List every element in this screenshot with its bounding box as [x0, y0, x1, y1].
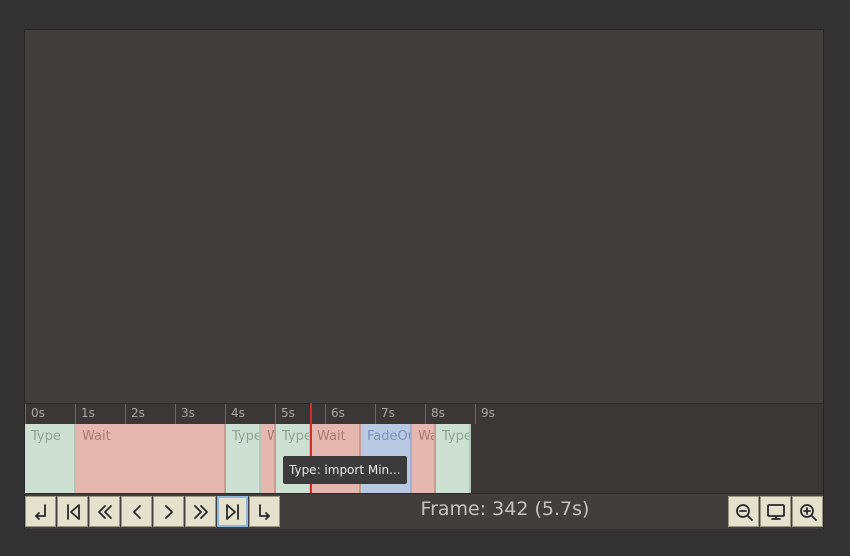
step-forward-out-button[interactable] — [249, 496, 280, 527]
segment-label: Wait — [82, 429, 111, 444]
frame-counter: Frame: 342 (5.7s) — [420, 498, 590, 520]
ruler-tick: 1s — [75, 404, 95, 424]
monitor-button[interactable] — [760, 496, 791, 527]
zoom-in-icon — [799, 503, 817, 521]
previous-frame-icon — [132, 504, 141, 519]
tick-label: 8s — [431, 406, 445, 420]
step-forward-out-icon — [258, 503, 270, 520]
ruler-tick: 2s — [125, 404, 145, 424]
next-frame-button[interactable] — [153, 496, 184, 527]
segment-wait[interactable]: Wait — [261, 424, 276, 493]
segment-label: Wait — [317, 429, 346, 444]
monitor-icon — [766, 503, 785, 520]
skip-to-end-button[interactable] — [217, 496, 248, 527]
zoom-out-button[interactable] — [728, 496, 759, 527]
ruler-tick: 9s — [475, 404, 495, 424]
segment-type[interactable]: Type — [25, 424, 76, 493]
segment-wait[interactable]: Wait — [76, 424, 226, 493]
segment-label: Type — [232, 429, 261, 444]
preview-canvas[interactable] — [25, 30, 823, 403]
ruler-tick: 4s — [225, 404, 245, 424]
ruler-tick: 5s — [275, 404, 295, 424]
tick-label: 7s — [381, 406, 395, 420]
skip-to-start-button[interactable] — [57, 496, 88, 527]
tick-label: 0s — [31, 406, 45, 420]
time-ruler[interactable]: 0s 1s 2s 3s 4s 5s 6s 7s 8s 9s — [25, 403, 823, 424]
timeline-track[interactable]: Type Wait Type Wait Type Wait FadeOut Wa… — [25, 424, 823, 493]
segment-label: Type — [31, 429, 61, 444]
previous-frame-button[interactable] — [121, 496, 152, 527]
segment-label: Type — [442, 429, 471, 444]
fast-rewind-button[interactable] — [89, 496, 120, 527]
ruler-tick: 8s — [425, 404, 445, 424]
ruler-tick: 7s — [375, 404, 395, 424]
zoom-out-icon — [735, 503, 753, 521]
tick-label: 1s — [81, 406, 95, 420]
tick-label: 6s — [331, 406, 345, 420]
fast-forward-button[interactable] — [185, 496, 216, 527]
segment-label: Wait — [418, 429, 436, 444]
step-back-out-button[interactable] — [25, 496, 56, 527]
playback-controls: Frame: 342 (5.7s) — [25, 493, 823, 529]
ruler-tick: 0s — [25, 404, 45, 424]
skip-to-start-icon — [66, 503, 80, 520]
tick-label: 5s — [281, 406, 295, 420]
ruler-tick: 3s — [175, 404, 195, 424]
player-window: 0s 1s 2s 3s 4s 5s 6s 7s 8s 9s Type Wait … — [24, 29, 824, 529]
fast-forward-icon — [193, 504, 208, 519]
tick-label: 3s — [181, 406, 195, 420]
tick-label: 2s — [131, 406, 145, 420]
segment-tooltip: Type: import Min... — [283, 456, 407, 484]
tick-label: 4s — [231, 406, 245, 420]
segment-type[interactable]: Type — [226, 424, 261, 493]
step-back-out-icon — [34, 503, 46, 520]
skip-to-end-icon — [225, 503, 239, 520]
segment-type[interactable]: Type — [436, 424, 471, 493]
segment-wait[interactable]: Wait — [412, 424, 436, 493]
zoom-in-button[interactable] — [792, 496, 823, 527]
fast-rewind-icon — [97, 504, 112, 519]
segment-label: FadeOut — [367, 429, 410, 444]
ruler-tick: 6s — [325, 404, 345, 424]
next-frame-icon — [164, 504, 173, 519]
segment-label: Type — [282, 429, 311, 444]
segment-label: Wait — [267, 429, 274, 444]
tick-label: 9s — [481, 406, 495, 420]
